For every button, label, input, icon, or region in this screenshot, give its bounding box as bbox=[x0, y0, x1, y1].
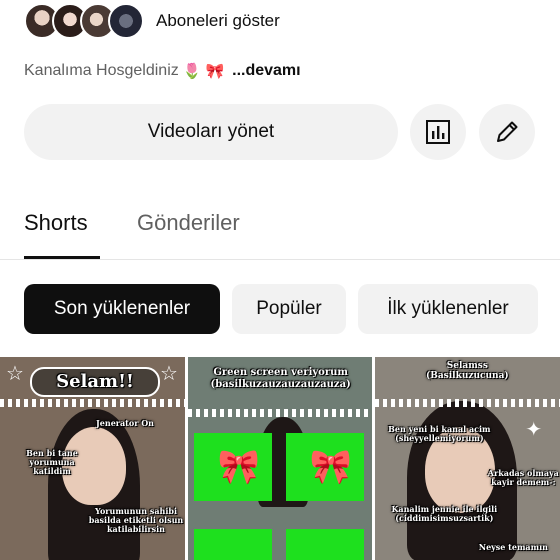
bar-chart-icon bbox=[426, 120, 450, 144]
tab-selected-indicator bbox=[24, 256, 100, 259]
short-caption: Ben yeni bi kanal acim (sheyyellemiyorum… bbox=[388, 424, 491, 444]
short-thumbnail[interactable]: 🎀 🎀 Green screen veriyorum (basilkuzauza… bbox=[187, 357, 373, 560]
short-caption: Jenerator On bbox=[96, 418, 154, 428]
tab-posts[interactable]: Gönderiler bbox=[137, 210, 240, 236]
thumbnail-art bbox=[0, 399, 185, 407]
star-icon: ☆ bbox=[160, 363, 178, 385]
thumbnail-art bbox=[187, 409, 373, 417]
ribbon-emoji: 🎀 bbox=[205, 63, 225, 80]
description-text: Kanalıma Hosgeldiniz bbox=[24, 62, 179, 79]
short-caption: Ben bi tane yorumuna katildim bbox=[26, 448, 78, 477]
bow-icon: 🎀 bbox=[217, 448, 261, 486]
short-caption: Yorumunun sahibi basilda etiketli olsun … bbox=[88, 506, 184, 535]
short-caption: Neyse temamın bbox=[478, 542, 548, 552]
tab-shorts[interactable]: Shorts bbox=[24, 210, 88, 236]
tulip-emoji: 🌷 bbox=[182, 63, 202, 80]
short-title-overlay: Selam!! bbox=[30, 367, 160, 397]
description-more-link[interactable]: ...devamı bbox=[232, 62, 300, 80]
star-icon: ☆ bbox=[6, 363, 24, 385]
short-caption: Kanalim jennie ile ilgili (ciddimisimsuz… bbox=[391, 504, 498, 524]
edit-button[interactable] bbox=[479, 104, 535, 160]
short-caption: Arkadas olmaya kayir demem-: bbox=[487, 468, 559, 488]
short-title-overlay: Green screen veriyorum (basilkuzauzauzau… bbox=[210, 367, 351, 390]
filter-chip-oldest[interactable]: İlk yüklenenler bbox=[358, 284, 538, 334]
thumbnail-art bbox=[193, 529, 272, 560]
channel-description[interactable]: Kanalıma Hosgeldiniz 🌷 🎀 ...devamı bbox=[24, 62, 301, 80]
short-thumbnail[interactable]: ☆ ☆ Selam!! Jenerator On Ben bi tane yor… bbox=[0, 357, 185, 560]
manage-videos-button[interactable]: Videoları yönet bbox=[24, 104, 398, 160]
subscribers-row[interactable]: Aboneleri göster bbox=[24, 0, 280, 42]
thumbnail-art bbox=[285, 529, 364, 560]
filter-chip-latest[interactable]: Son yüklenenler bbox=[24, 284, 220, 334]
short-thumbnail[interactable]: ✦ Selamss (Basilkuzucuna) Ben yeni bi ka… bbox=[375, 357, 560, 560]
channel-tabs: Shorts Gönderiler bbox=[0, 200, 560, 260]
sparkle-icon: ✦ bbox=[525, 419, 543, 441]
stats-button[interactable] bbox=[410, 104, 466, 160]
shorts-grid: ☆ ☆ Selam!! Jenerator On Ben bi tane yor… bbox=[0, 357, 560, 560]
subscriber-avatars bbox=[24, 3, 144, 39]
short-title-overlay: Selamss (Basilkuzucuna) bbox=[425, 361, 509, 382]
pencil-icon bbox=[497, 121, 518, 142]
filter-chip-popular[interactable]: Popüler bbox=[232, 284, 346, 334]
bow-icon: 🎀 bbox=[309, 448, 353, 486]
avatar bbox=[108, 3, 144, 39]
thumbnail-art bbox=[375, 399, 560, 407]
show-subscribers-link[interactable]: Aboneleri göster bbox=[156, 11, 280, 31]
